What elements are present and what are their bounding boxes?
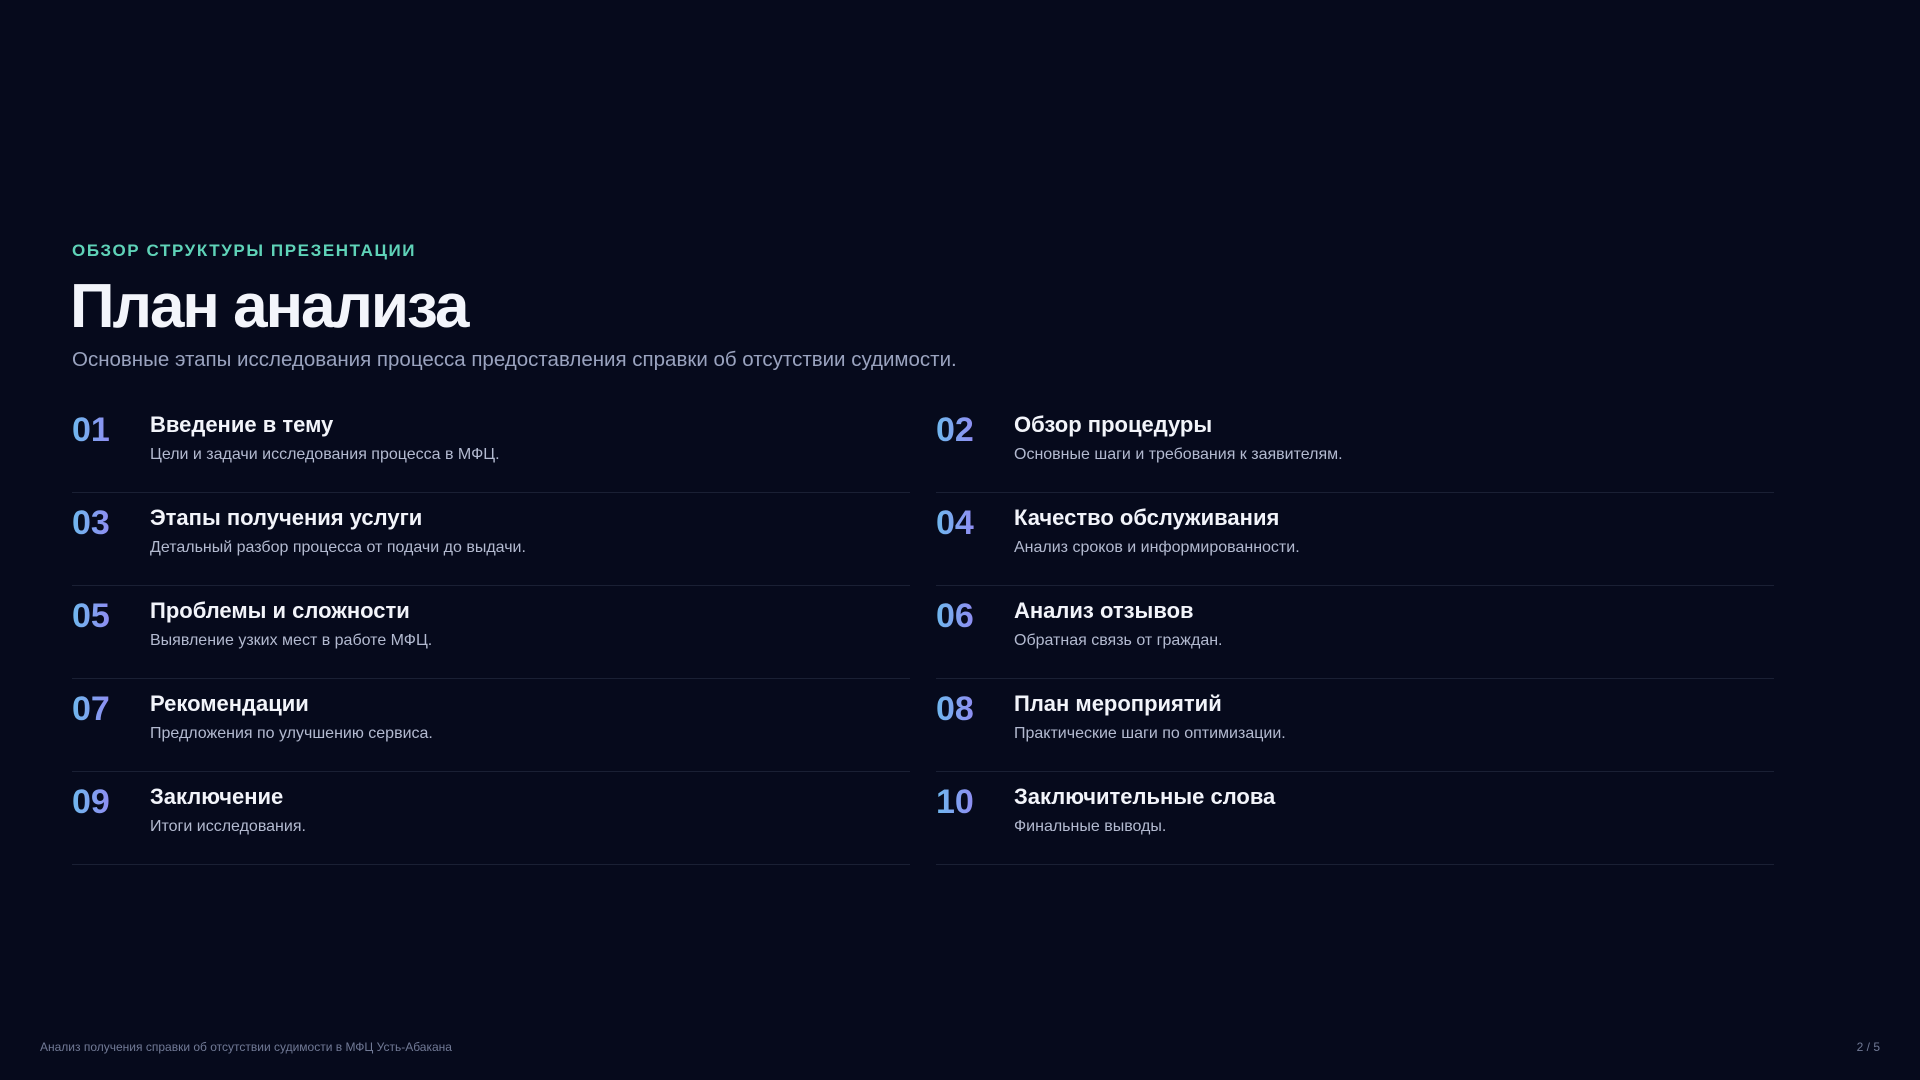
page-counter: 2 / 5 bbox=[1856, 1040, 1880, 1054]
agenda-item: 02 Обзор процедуры Основные шаги и требо… bbox=[936, 400, 1774, 493]
agenda-item: 04 Качество обслуживания Анализ сроков и… bbox=[936, 493, 1774, 586]
agenda-item-number: 08 bbox=[936, 690, 974, 728]
agenda-item-title: Обзор процедуры bbox=[1014, 412, 1213, 437]
agenda-item-number: 07 bbox=[72, 690, 110, 728]
agenda-item-description: Цели и задачи исследования процесса в МФ… bbox=[150, 446, 500, 463]
agenda-grid: 01 Введение в тему Цели и задачи исследо… bbox=[72, 400, 1774, 865]
page-title: План анализа bbox=[70, 272, 469, 341]
agenda-item: 06 Анализ отзывов Обратная связь от граж… bbox=[936, 586, 1774, 679]
agenda-item-title: План мероприятий bbox=[1014, 691, 1222, 716]
agenda-item: 09 Заключение Итоги исследования. bbox=[72, 772, 910, 865]
agenda-item-description: Итоги исследования. bbox=[150, 818, 306, 835]
agenda-item: 05 Проблемы и сложности Выявление узких … bbox=[72, 586, 910, 679]
agenda-item-number: 05 bbox=[72, 597, 110, 635]
agenda-item-title: Проблемы и сложности bbox=[150, 598, 410, 623]
agenda-item: 03 Этапы получения услуги Детальный разб… bbox=[72, 493, 910, 586]
agenda-item-title: Заключительные слова bbox=[1014, 784, 1276, 809]
agenda-item-title: Этапы получения услуги bbox=[150, 505, 423, 530]
agenda-item: 10 Заключительные слова Финальные выводы… bbox=[936, 772, 1774, 865]
agenda-item-number: 02 bbox=[936, 411, 974, 449]
section-eyebrow: ОБЗОР СТРУКТУРЫ ПРЕЗЕНТАЦИИ bbox=[72, 241, 417, 260]
agenda-item-number: 03 bbox=[72, 504, 110, 542]
agenda-item-description: Основные шаги и требования к заявителям. bbox=[1014, 446, 1343, 463]
agenda-item-number: 04 bbox=[936, 504, 974, 542]
agenda-item-title: Анализ отзывов bbox=[1014, 598, 1194, 623]
agenda-item-title: Заключение bbox=[150, 784, 284, 809]
agenda-item-description: Финальные выводы. bbox=[1014, 818, 1167, 835]
agenda-item-number: 10 bbox=[936, 783, 974, 821]
agenda-item: 08 План мероприятий Практические шаги по… bbox=[936, 679, 1774, 772]
page-subtitle: Основные этапы исследования процесса пре… bbox=[72, 348, 957, 371]
agenda-item-title: Качество обслуживания bbox=[1014, 505, 1280, 530]
footer-caption: Анализ получения справки об отсутствии с… bbox=[40, 1040, 452, 1054]
agenda-item-number: 01 bbox=[72, 411, 110, 449]
slide: ОБЗОР СТРУКТУРЫ ПРЕЗЕНТАЦИИ План анализа… bbox=[0, 0, 1920, 1080]
agenda-item-description: Практические шаги по оптимизации. bbox=[1014, 725, 1286, 742]
agenda-item-description: Выявление узких мест в работе МФЦ. bbox=[150, 632, 433, 649]
agenda-item-description: Обратная связь от граждан. bbox=[1014, 632, 1223, 649]
agenda-item-title: Введение в тему bbox=[150, 412, 334, 437]
agenda-item-description: Детальный разбор процесса от подачи до в… bbox=[150, 539, 526, 556]
agenda-item-number: 09 bbox=[72, 783, 110, 821]
agenda-item-number: 06 bbox=[936, 597, 974, 635]
agenda-item-description: Предложения по улучшению сервиса. bbox=[150, 725, 433, 742]
agenda-item: 07 Рекомендации Предложения по улучшению… bbox=[72, 679, 910, 772]
agenda-item: 01 Введение в тему Цели и задачи исследо… bbox=[72, 400, 910, 493]
agenda-item-title: Рекомендации bbox=[150, 691, 309, 716]
agenda-item-description: Анализ сроков и информированности. bbox=[1014, 539, 1300, 556]
